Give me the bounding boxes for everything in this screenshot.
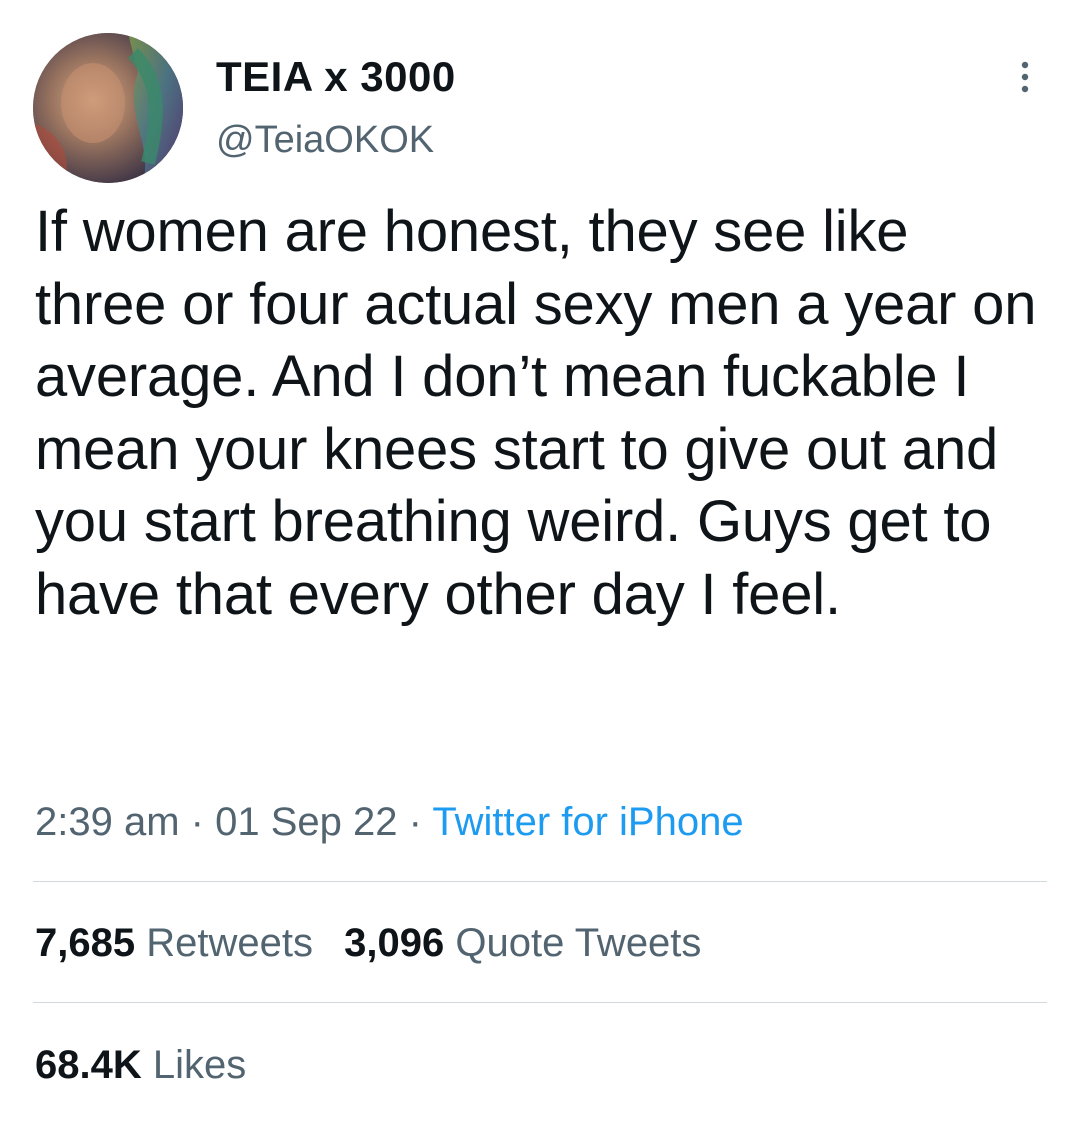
- more-options-button[interactable]: [1005, 58, 1045, 98]
- meta-separator: ·: [190, 800, 204, 844]
- author-handle[interactable]: @TeiaOKOK: [216, 117, 434, 163]
- quote-tweets-label: Quote Tweets: [455, 921, 702, 965]
- tweet-date[interactable]: 01 Sep 22: [215, 800, 397, 844]
- more-vertical-icon: [1021, 61, 1029, 93]
- tweet-time[interactable]: 2:39 am: [35, 800, 180, 844]
- avatar-image: [33, 33, 183, 183]
- likes-count: 68.4K: [35, 1043, 142, 1087]
- quote-tweets-stat[interactable]: 3,096 Quote Tweets: [344, 919, 701, 967]
- divider: [33, 1002, 1047, 1003]
- tweet-source-link[interactable]: Twitter for iPhone: [432, 800, 743, 844]
- retweets-count: 7,685: [35, 921, 136, 965]
- author-display-name[interactable]: TEIA x 3000: [216, 52, 456, 102]
- divider: [33, 881, 1047, 882]
- stats-row-shares: 7,685 Retweets 3,096 Quote Tweets: [35, 919, 701, 967]
- tweet-text: If women are honest, they see like three…: [35, 199, 1037, 627]
- quote-tweets-count: 3,096: [344, 921, 445, 965]
- avatar[interactable]: [33, 33, 183, 183]
- retweets-stat[interactable]: 7,685 Retweets: [35, 919, 313, 967]
- meta-separator: ·: [408, 800, 422, 844]
- retweets-label: Retweets: [146, 921, 313, 965]
- stats-row-likes: 68.4K Likes: [35, 1041, 246, 1089]
- likes-stat[interactable]: 68.4K Likes: [35, 1041, 246, 1089]
- tweet-meta: 2:39 am · 01 Sep 22 · Twitter for iPhone: [35, 798, 744, 846]
- likes-label: Likes: [152, 1043, 247, 1087]
